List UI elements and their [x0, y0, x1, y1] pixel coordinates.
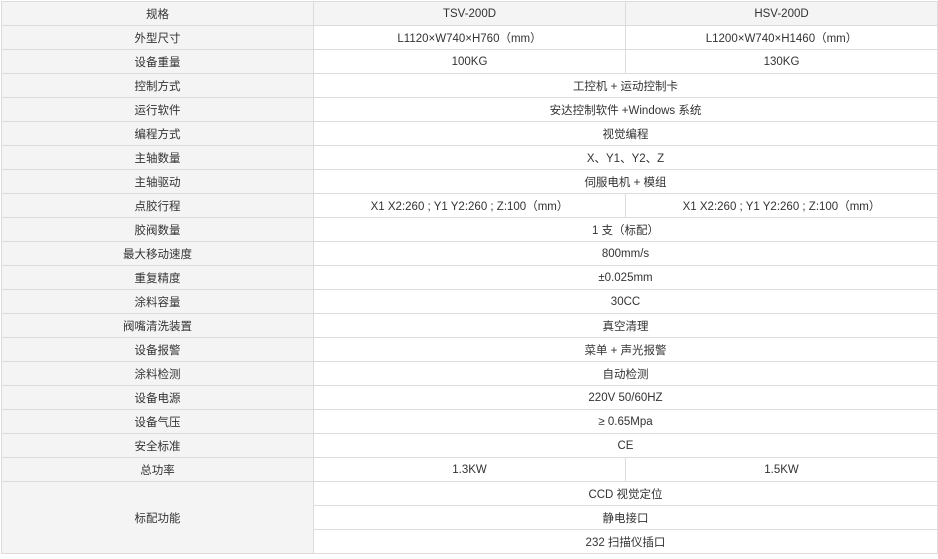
table-row: 重复精度 ±0.025mm	[1, 265, 938, 290]
table-header-row: 规格 TSV-200D HSV-200D	[1, 1, 938, 26]
cell-nozzle-cleaning: 真空清理	[313, 313, 938, 338]
cell-valve-count: 1 支（标配）	[313, 217, 938, 242]
cell-axis-drive: 伺服电机 + 模组	[313, 169, 938, 194]
cell-max-speed: 800mm/s	[313, 241, 938, 266]
header-spec: 规格	[1, 1, 314, 26]
table-row: 外型尺寸 L1120×W740×H760（mm） L1200×W740×H146…	[1, 25, 938, 50]
header-tsv-200d: TSV-200D	[313, 1, 626, 26]
table-row: 设备气压 ≥ 0.65Mpa	[1, 409, 938, 434]
table-row: 运行软件 安达控制软件 +Windows 系统	[1, 97, 938, 122]
table-row: 阀嘴清洗装置 真空清理	[1, 313, 938, 338]
cell-tsv-dimensions: L1120×W740×H760（mm）	[313, 25, 626, 50]
row-label: 最大移动速度	[1, 241, 314, 266]
row-label: 主轴数量	[1, 145, 314, 170]
row-label: 外型尺寸	[1, 25, 314, 50]
table-row: 设备报警 菜单 + 声光报警	[1, 337, 938, 362]
row-label: 重复精度	[1, 265, 314, 290]
table-row: 胶阀数量 1 支（标配）	[1, 217, 938, 242]
table-row: 点胶行程 X1 X2:260 ; Y1 Y2:260 ; Z:100（mm） X…	[1, 193, 938, 218]
cell-tsv-total-power: 1.3KW	[313, 457, 626, 482]
table-row: 安全标准 CE	[1, 433, 938, 458]
cell-hsv-dispense-travel: X1 X2:260 ; Y1 Y2:260 ; Z:100（mm）	[625, 193, 938, 218]
header-hsv-200d: HSV-200D	[625, 1, 938, 26]
cell-feature-scanner: 232 扫描仪插口	[313, 529, 938, 554]
row-label: 标配功能	[1, 481, 314, 554]
row-label: 设备气压	[1, 409, 314, 434]
cell-repeatability: ±0.025mm	[313, 265, 938, 290]
cell-tsv-dispense-travel: X1 X2:260 ; Y1 Y2:260 ; Z:100（mm）	[313, 193, 626, 218]
table-row: 总功率 1.3KW 1.5KW	[1, 457, 938, 482]
cell-coating-capacity: 30CC	[313, 289, 938, 314]
row-label: 主轴驱动	[1, 169, 314, 194]
cell-feature-esd: 静电接口	[313, 505, 938, 530]
cell-alarm: 菜单 + 声光报警	[313, 337, 938, 362]
row-label: 胶阀数量	[1, 217, 314, 242]
table-row: 设备电源 220V 50/60HZ	[1, 385, 938, 410]
row-label: 涂料容量	[1, 289, 314, 314]
row-label: 运行软件	[1, 97, 314, 122]
table-row: 标配功能 CCD 视觉定位	[1, 481, 938, 554]
table-row: 编程方式 视觉编程	[1, 121, 938, 146]
cell-software: 安达控制软件 +Windows 系统	[313, 97, 938, 122]
table-row: 主轴数量 X、Y1、Y2、Z	[1, 145, 938, 170]
cell-feature-ccd: CCD 视觉定位	[313, 481, 938, 506]
table-row: 控制方式 工控机 + 运动控制卡	[1, 73, 938, 98]
cell-hsv-weight: 130KG	[625, 49, 938, 74]
cell-hsv-total-power: 1.5KW	[625, 457, 938, 482]
row-label: 设备电源	[1, 385, 314, 410]
cell-coating-detection: 自动检测	[313, 361, 938, 386]
cell-air-pressure: ≥ 0.65Mpa	[313, 409, 938, 434]
cell-axis-count: X、Y1、Y2、Z	[313, 145, 938, 170]
row-label: 总功率	[1, 457, 314, 482]
row-label: 编程方式	[1, 121, 314, 146]
cell-tsv-weight: 100KG	[313, 49, 626, 74]
row-label: 阀嘴清洗装置	[1, 313, 314, 338]
table-row: 涂料检测 自动检测	[1, 361, 938, 386]
table-row: 最大移动速度 800mm/s	[1, 241, 938, 266]
table-row: 设备重量 100KG 130KG	[1, 49, 938, 74]
row-label: 设备报警	[1, 337, 314, 362]
cell-hsv-dimensions: L1200×W740×H1460（mm）	[625, 25, 938, 50]
cell-safety-standard: CE	[313, 433, 938, 458]
table-row: 主轴驱动 伺服电机 + 模组	[1, 169, 938, 194]
row-label: 安全标准	[1, 433, 314, 458]
cell-control: 工控机 + 运动控制卡	[313, 73, 938, 98]
row-label: 涂料检测	[1, 361, 314, 386]
row-label: 控制方式	[1, 73, 314, 98]
row-label: 点胶行程	[1, 193, 314, 218]
cell-power-supply: 220V 50/60HZ	[313, 385, 938, 410]
cell-programming: 视觉编程	[313, 121, 938, 146]
row-label: 设备重量	[1, 49, 314, 74]
table-row: 涂料容量 30CC	[1, 289, 938, 314]
spec-table: 规格 TSV-200D HSV-200D 外型尺寸 L1120×W740×H76…	[1, 1, 938, 554]
